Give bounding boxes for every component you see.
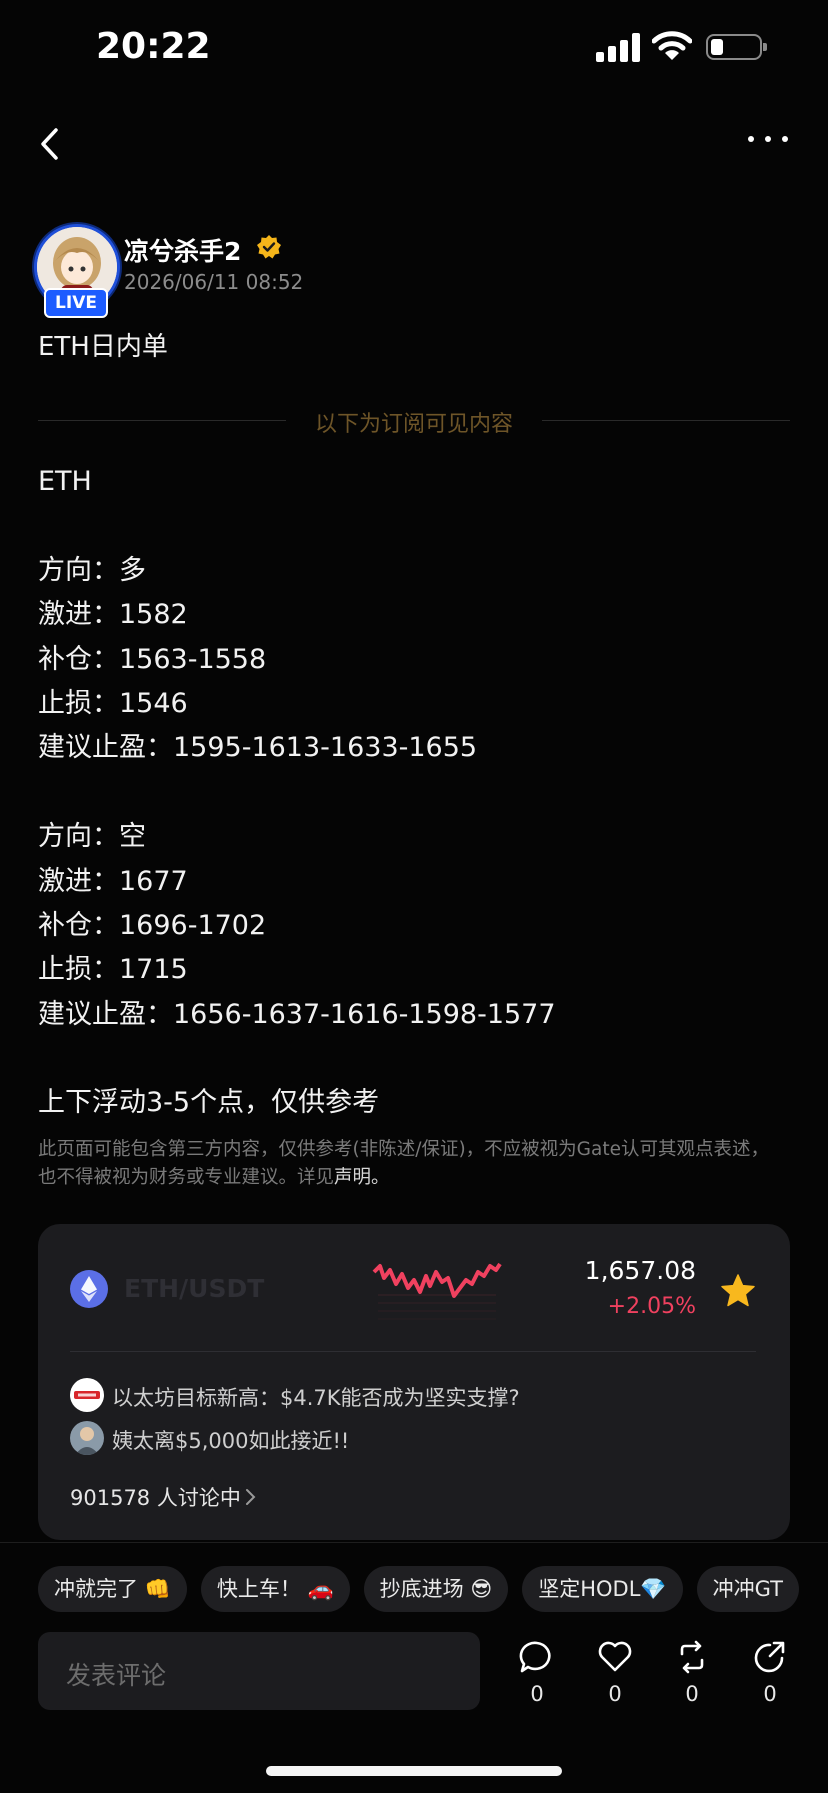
share-icon: [754, 1641, 785, 1673]
author-name[interactable]: 凉兮杀手2: [124, 232, 241, 268]
body-line: 补仓：1563-1558: [38, 643, 267, 675]
favorite-star-icon[interactable]: [720, 1274, 756, 1308]
body-line: 止损：1715: [38, 954, 188, 986]
more-options-icon[interactable]: [744, 130, 792, 150]
trading-pair[interactable]: ETH/USDT: [124, 1274, 264, 1303]
body-line: [38, 1037, 556, 1081]
like-button[interactable]: 0: [590, 1640, 640, 1706]
body-line: 激进：1582: [38, 599, 188, 631]
like-icon: [598, 1641, 632, 1672]
body-line: 补仓：1696-1702: [38, 909, 267, 941]
live-badge: LIVE: [44, 288, 108, 318]
disclaimer-text: 此页面可能包含第三方内容，仅供参考(非陈述/保证)，不应被视为Gate认可其观点…: [38, 1139, 769, 1188]
chevron-right-icon[interactable]: [244, 1486, 258, 1508]
cellular-signal-icon: [596, 32, 640, 62]
quick-tag[interactable]: 坚定HODL💎: [522, 1566, 683, 1612]
share-button[interactable]: 0: [745, 1640, 795, 1706]
disclaimer-link[interactable]: 声明。: [334, 1167, 390, 1188]
body-line: 方向：空: [38, 821, 146, 853]
post-title: ETH日内单: [38, 332, 168, 362]
comment-count: 0: [530, 1682, 544, 1706]
body-line: 上下浮动3-5个点，仅供参考: [38, 1087, 380, 1119]
quick-reply-tags: 冲就完了 👊 快上车！ 🚗 抄底进场 😎 坚定HODL💎 冲冲GT: [38, 1566, 813, 1614]
repost-icon: [680, 1640, 704, 1674]
subscriber-content-label: 以下为订阅可见内容: [314, 412, 513, 437]
disclaimer: 此页面可能包含第三方内容，仅供参考(非陈述/保证)，不应被视为Gate认可其观点…: [38, 1136, 778, 1192]
back-arrow-icon[interactable]: [36, 124, 64, 164]
discussion-count[interactable]: 901578 人讨论中: [70, 1482, 241, 1512]
battery-icon: [706, 34, 767, 60]
post-timestamp: 2026/06/11 08:52: [124, 270, 304, 294]
price-change: +2.05%: [607, 1294, 696, 1319]
body-line: 建议止盈：1656-1637-1616-1598-1577: [38, 998, 556, 1030]
repost-button[interactable]: 0: [667, 1640, 717, 1706]
body-line: 止损：1546: [38, 687, 188, 719]
comment-button[interactable]: 0: [512, 1640, 562, 1706]
repost-count: 0: [685, 1682, 699, 1706]
verified-badge-icon: [257, 235, 281, 259]
body-line: [38, 771, 556, 815]
body-line: 激进：1677: [38, 865, 188, 897]
card-divider: [70, 1351, 756, 1352]
quick-tag[interactable]: 抄底进场 😎: [363, 1566, 509, 1612]
quick-tag[interactable]: 冲就完了 👊: [38, 1566, 187, 1612]
wifi-icon: [652, 31, 692, 60]
quick-tag[interactable]: 快上车！ 🚗: [200, 1566, 350, 1612]
news-source-icon: [70, 1378, 104, 1412]
post-body: ETH 方向：多 激进：1582 补仓：1563-1558 止损：1546 建议…: [38, 460, 556, 1126]
news-headline[interactable]: 以太坊目标新高：$4.7K能否成为坚实支撑?: [112, 1382, 520, 1412]
comment-placeholder: 发表评论: [66, 1661, 167, 1690]
body-line: [38, 504, 556, 548]
news-headline[interactable]: 姨太离$5,000如此接近!!: [112, 1425, 349, 1455]
quick-tag[interactable]: 冲冲GT: [696, 1566, 799, 1612]
eth-icon: [70, 1270, 108, 1308]
like-count: 0: [608, 1682, 622, 1706]
user-avatar-icon: [70, 1421, 104, 1455]
price-sparkline: [372, 1262, 502, 1320]
body-line: 建议止盈：1595-1613-1633-1655: [38, 732, 478, 764]
comment-icon: [519, 1641, 551, 1673]
status-time: 20:22: [96, 26, 211, 67]
body-line: 方向：多: [38, 554, 146, 586]
share-count: 0: [763, 1682, 777, 1706]
home-indicator[interactable]: [266, 1766, 562, 1776]
body-line: ETH: [38, 466, 92, 497]
last-price: 1,657.08: [584, 1256, 696, 1285]
